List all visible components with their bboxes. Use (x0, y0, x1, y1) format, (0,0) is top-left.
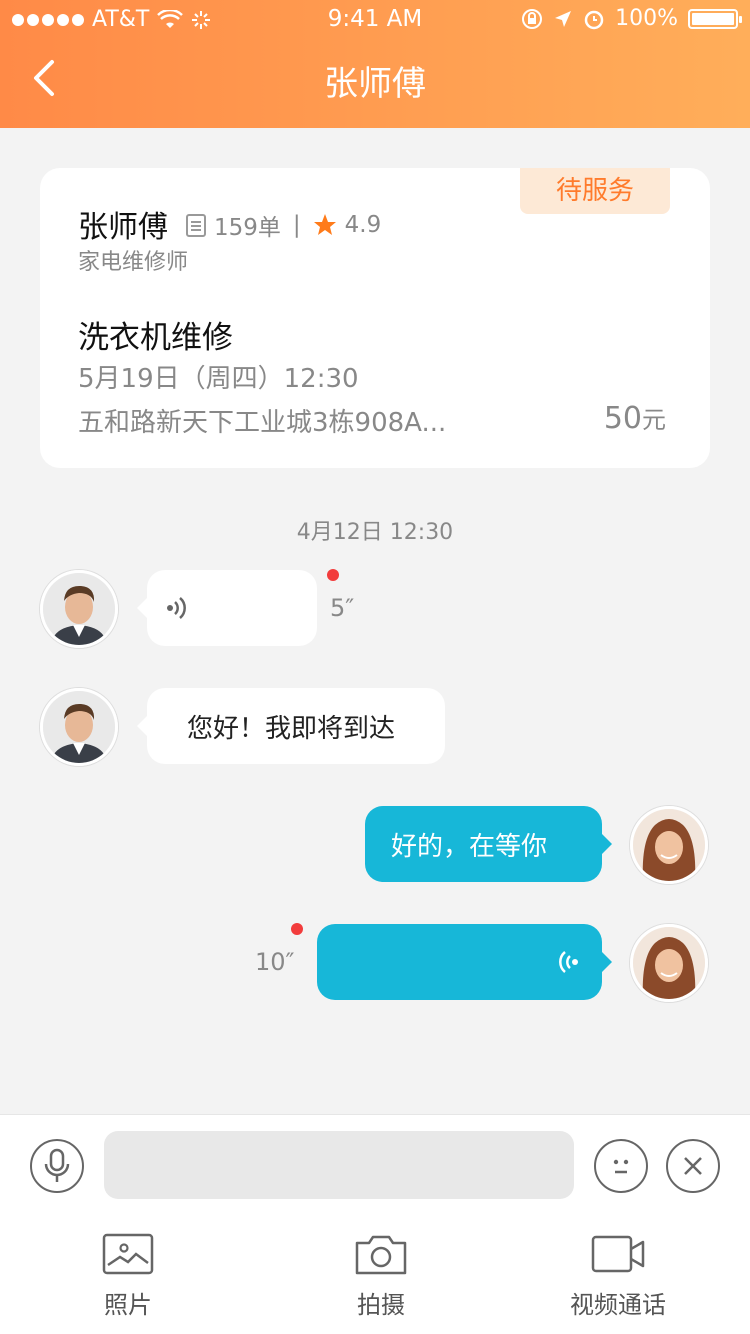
photo-label: 照片 (104, 1291, 152, 1319)
avatar-worker[interactable] (40, 688, 118, 766)
page-title: 张师傅 (324, 64, 426, 104)
video-call-label: 视频通话 (570, 1291, 666, 1319)
input-bar: 照片 拍摄 视频通话 (0, 1114, 750, 1334)
service-datetime: 5月19日（周四）12:30 (78, 364, 359, 394)
worker-role: 家电维修师 (78, 250, 189, 275)
video-camera-icon (591, 1235, 645, 1273)
female-avatar-icon (633, 809, 705, 881)
avatar-user[interactable] (630, 924, 708, 1002)
worker-stats: 159单 | 4.9 (186, 208, 381, 242)
service-name: 洗衣机维修 (78, 320, 233, 356)
unread-dot (291, 923, 303, 935)
message-text: 好的，在等你 (391, 831, 548, 862)
unread-dot (327, 569, 339, 581)
photo-button[interactable]: 照片 (48, 1233, 208, 1320)
female-avatar-icon (633, 927, 705, 999)
voice-wave-icon (167, 597, 186, 619)
photo-icon (102, 1233, 154, 1275)
rotation-lock-icon (522, 8, 543, 29)
service-price: 50元 (604, 400, 666, 436)
battery-percent: 100% (615, 6, 678, 31)
microphone-icon (44, 1148, 70, 1182)
voice-message[interactable] (317, 924, 612, 1000)
voice-wave-icon (559, 951, 578, 973)
camera-icon (355, 1235, 407, 1275)
service-address: 五和路新天下工业城3栋908A... (78, 408, 447, 438)
camera-button[interactable]: 拍摄 (301, 1233, 461, 1320)
voice-duration: 5″ (330, 594, 355, 622)
location-icon (555, 10, 572, 27)
text-message[interactable]: 好的，在等你 (365, 806, 612, 882)
male-avatar-icon (43, 573, 115, 645)
chat-timestamp: 4月12日 12:30 (296, 520, 454, 545)
male-avatar-icon (43, 691, 115, 763)
avatar-user[interactable] (630, 806, 708, 884)
order-card[interactable]: 待服务 张师傅 159单 | 4.9 家电维修师 洗衣机维修 5月19日（周四）… (40, 168, 710, 468)
star-icon (313, 214, 336, 235)
emoji-button[interactable] (594, 1139, 648, 1193)
worker-name: 张师傅 (78, 210, 168, 245)
order-count: 159单 (214, 215, 281, 241)
voice-message[interactable] (137, 570, 317, 646)
header: AT&T 9:41 AM 100% 张师傅 (0, 0, 750, 128)
close-panel-button[interactable] (666, 1139, 720, 1193)
alarm-icon (584, 10, 604, 29)
rating-value: 4.9 (344, 212, 382, 238)
message-input[interactable] (104, 1131, 574, 1199)
order-list-icon (186, 214, 206, 237)
status-badge: 待服务 (520, 168, 670, 214)
divider: | (292, 212, 301, 238)
video-call-button[interactable]: 视频通话 (538, 1233, 698, 1320)
message-text: 您好！我即将到达 (187, 713, 396, 744)
price-amount: 50 (603, 401, 642, 436)
text-message[interactable]: 您好！我即将到达 (137, 688, 445, 764)
avatar-worker[interactable] (40, 570, 118, 648)
voice-duration: 10″ (255, 948, 295, 976)
status-bar: AT&T 9:41 AM 100% (0, 0, 750, 40)
price-unit: 元 (642, 406, 666, 434)
emoji-icon (613, 1159, 629, 1174)
close-icon (684, 1157, 702, 1175)
battery-icon (688, 8, 742, 29)
voice-input-button[interactable] (30, 1139, 84, 1193)
camera-label: 拍摄 (357, 1291, 405, 1319)
